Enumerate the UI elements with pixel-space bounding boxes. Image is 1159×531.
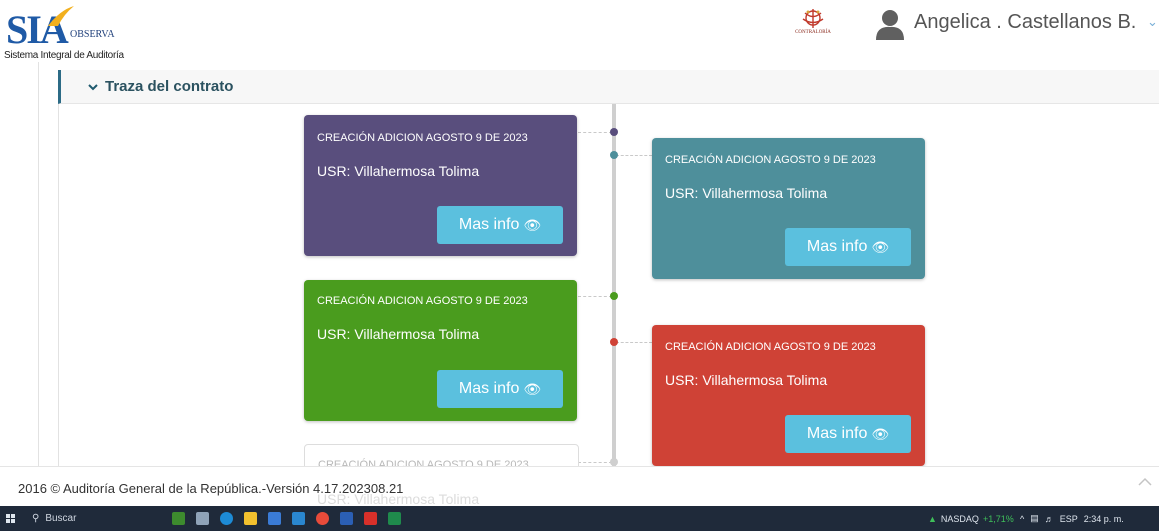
timeline-connector (578, 296, 612, 297)
word-icon[interactable] (340, 512, 353, 525)
card-user: USR: Villahermosa Tolima (317, 326, 480, 342)
timeline-connector (578, 132, 612, 133)
button-label: Mas info (806, 425, 868, 442)
taskbar-search[interactable]: ⚲ Buscar (24, 506, 136, 531)
timeline-connector (578, 462, 612, 463)
button-label: Mas info (458, 380, 520, 397)
card-user-faded: USR: Villahermosa Tolima (317, 491, 480, 507)
button-label: Mas info (458, 216, 520, 233)
eye-icon: 👁 (523, 216, 542, 233)
logo-subtitle: Sistema Integral de Auditoría (4, 50, 124, 61)
timeline-card: CREACIÓN ADICION AGOSTO 9 DE 2023 USR: V… (652, 138, 925, 279)
file-explorer-icon[interactable] (244, 512, 257, 525)
logo-observa-text: OBSERVA (70, 29, 115, 40)
store-icon[interactable] (268, 512, 281, 525)
card-title: CREACIÓN ADICION AGOSTO 9 DE 2023 (665, 154, 876, 166)
windows-start-icon[interactable] (6, 514, 16, 524)
timeline-dot (610, 338, 618, 346)
widgets-icon[interactable] (172, 512, 185, 525)
stock-ticker[interactable]: ▲ NASDAQ +1,71% (928, 506, 1014, 531)
excel-icon[interactable] (388, 512, 401, 525)
timeline-dot (610, 128, 618, 136)
timeline-card: CREACIÓN ADICION AGOSTO 9 DE 2023 USR: V… (304, 280, 577, 421)
search-icon: ⚲ (32, 513, 40, 524)
network-icon[interactable]: ▤ (1030, 513, 1039, 524)
layout-divider (38, 62, 39, 466)
timeline-card: CREACIÓN ADICION AGOSTO 9 DE 2023 USR: V… (652, 325, 925, 466)
chevron-down-icon[interactable] (87, 81, 99, 93)
search-placeholder: Buscar (45, 513, 77, 524)
timeline-dot (610, 292, 618, 300)
task-view-icon[interactable] (196, 512, 209, 525)
section-title: Traza del contrato (105, 78, 234, 95)
acrobat-icon[interactable] (364, 512, 377, 525)
user-avatar-icon[interactable] (874, 8, 906, 40)
system-tray[interactable]: ^ ▤ ♬ ESP 2:34 p. m. (1020, 506, 1124, 531)
timeline-connector (616, 155, 652, 156)
mas-info-button[interactable]: Mas info 👁 (785, 228, 911, 266)
section-header[interactable]: Traza del contrato (58, 70, 1159, 104)
eye-icon: 👁 (871, 425, 890, 442)
user-name[interactable]: Angelica . Castellanos B. (914, 11, 1136, 34)
mas-info-button[interactable]: Mas info 👁 (437, 206, 563, 244)
chrome-icon[interactable] (316, 512, 329, 525)
volume-icon[interactable]: ♬ (1045, 514, 1054, 524)
stock-chart-icon: ▲ (928, 513, 937, 524)
os-taskbar: ⚲ Buscar ▲ NASDAQ +1,71% ^ ▤ ♬ ESP 2:34 … (0, 506, 1159, 531)
language-indicator[interactable]: ESP (1060, 514, 1078, 524)
card-user: USR: Villahermosa Tolima (665, 372, 828, 388)
page-footer: 2016 © Auditoría General de la República… (0, 466, 1159, 507)
logo-swoosh-icon (48, 6, 74, 26)
card-title: CREACIÓN ADICION AGOSTO 9 DE 2023 (317, 132, 528, 144)
mas-info-button[interactable]: Mas info 👁 (437, 370, 563, 408)
card-user: USR: Villahermosa Tolima (317, 163, 480, 179)
clock[interactable]: 2:34 p. m. (1084, 514, 1124, 524)
chevron-down-icon[interactable]: ⌄ (1147, 14, 1158, 30)
card-title: CREACIÓN ADICION AGOSTO 9 DE 2023 (317, 295, 528, 307)
layout-divider (58, 74, 59, 466)
card-title: CREACIÓN ADICION AGOSTO 9 DE 2023 (665, 341, 876, 353)
tray-expand-icon[interactable]: ^ (1020, 514, 1024, 524)
eye-icon: 👁 (871, 238, 890, 255)
contraloria-label: CONTRALORÍA (795, 30, 831, 35)
timeline-connector (616, 342, 652, 343)
timeline-dot (610, 458, 618, 466)
ticker-name: NASDAQ (940, 513, 979, 524)
edge-icon[interactable] (220, 512, 233, 525)
ticker-change: +1,71% (982, 513, 1014, 524)
card-user: USR: Villahermosa Tolima (665, 185, 828, 201)
timeline-dot (610, 151, 618, 159)
app-header: SIA OBSERVA Sistema Integral de Auditorí… (0, 0, 1159, 62)
mas-info-button[interactable]: Mas info 👁 (785, 415, 911, 453)
timeline-card: CREACIÓN ADICION AGOSTO 9 DE 2023 USR: V… (304, 115, 577, 256)
mail-icon[interactable] (292, 512, 305, 525)
button-label: Mas info (806, 238, 868, 255)
eye-icon: 👁 (523, 380, 542, 397)
chevron-up-icon[interactable] (1138, 477, 1152, 487)
